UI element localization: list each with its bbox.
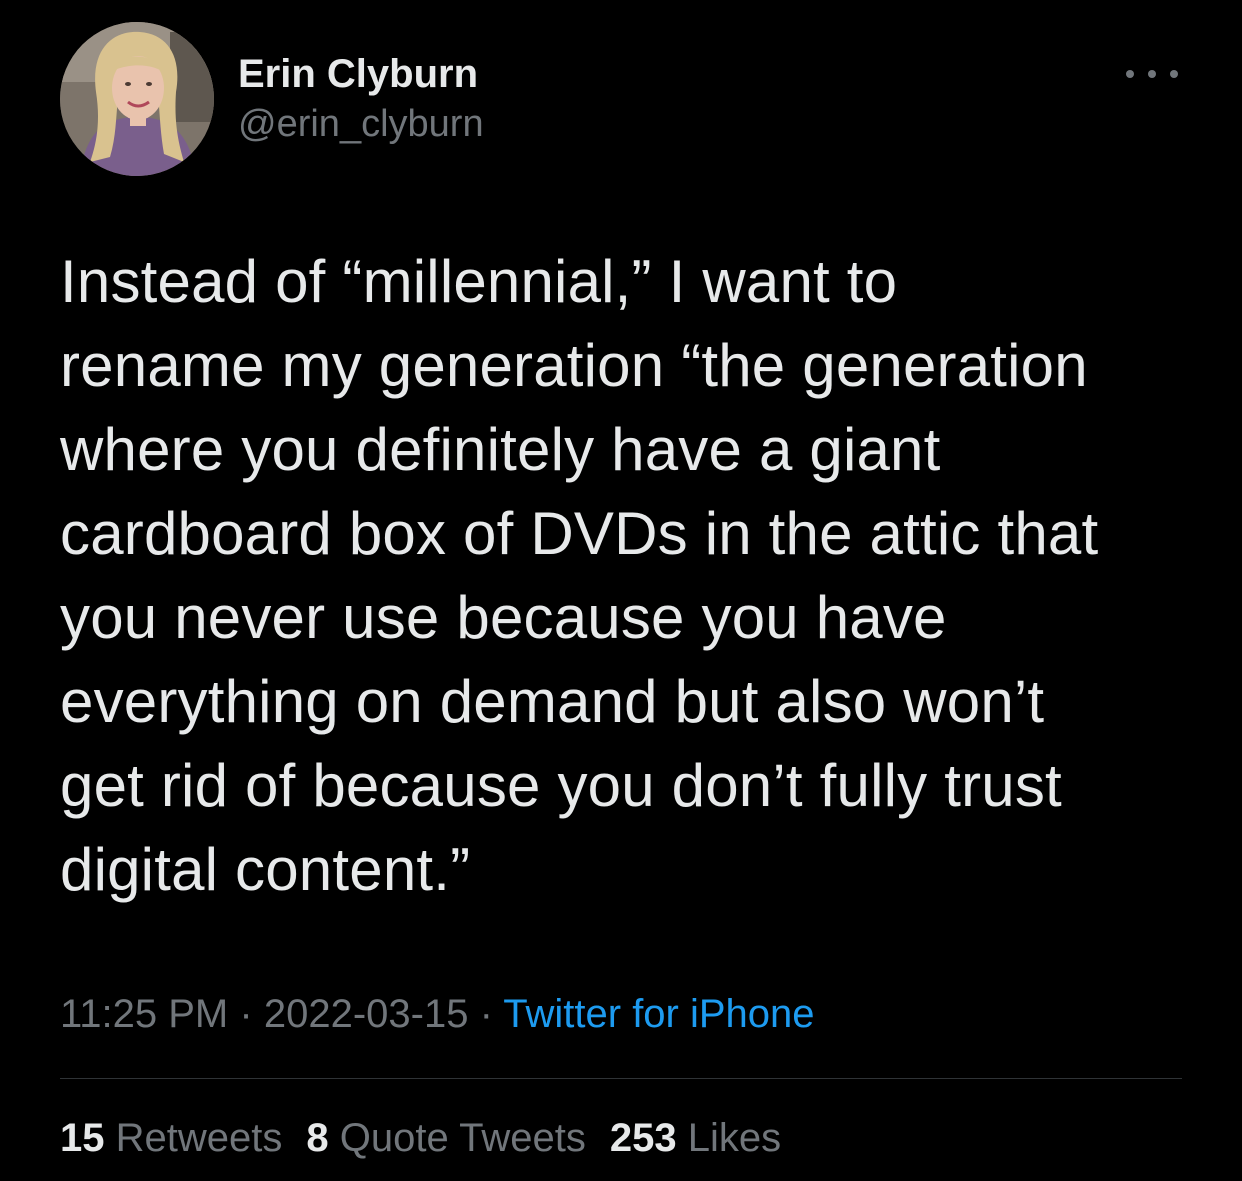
retweets-label: Retweets xyxy=(115,1116,283,1160)
tweet-text-line: Instead of “millennial,” I want to xyxy=(60,248,898,315)
author-display-name[interactable]: Erin Clyburn xyxy=(238,50,484,98)
retweets-count: 15 xyxy=(60,1116,105,1160)
tweet-detail: Erin Clyburn @erin_clyburn Instead of “m… xyxy=(0,0,1242,1181)
tweet-text-line: get rid of because you don’t fully trust xyxy=(60,752,1062,819)
divider xyxy=(60,1078,1182,1079)
more-horizontal-icon-dot xyxy=(1148,70,1156,78)
meta-separator: · xyxy=(239,992,253,1036)
quote-tweets-count: 8 xyxy=(306,1116,329,1160)
tweet-meta: 11:25 PM · 2022-03-15 · Twitter for iPho… xyxy=(60,986,815,1042)
meta-separator: · xyxy=(479,992,493,1036)
tweet-source-link[interactable]: Twitter for iPhone xyxy=(503,992,814,1036)
more-horizontal-icon-dot xyxy=(1170,70,1178,78)
author-handle[interactable]: @erin_clyburn xyxy=(238,98,484,150)
tweet-stats: 15 Retweets 8 Quote Tweets 253 Likes xyxy=(60,1108,781,1168)
likes-label: Likes xyxy=(687,1116,782,1160)
tweet-text-line: where you definitely have a giant xyxy=(60,416,941,483)
likes-count: 253 xyxy=(609,1116,677,1160)
tweet-text: Instead of “millennial,” I want to renam… xyxy=(60,240,1190,912)
quote-tweets-stat[interactable]: 8 Quote Tweets xyxy=(306,1108,585,1168)
tweet-text-line: everything on demand but also won’t xyxy=(60,668,1045,735)
likes-stat[interactable]: 253 Likes xyxy=(610,1108,781,1168)
quote-tweets-label: Quote Tweets xyxy=(339,1116,586,1160)
more-horizontal-icon xyxy=(1126,70,1134,78)
tweet-date[interactable]: 2022-03-15 xyxy=(264,992,469,1036)
author-info: Erin Clyburn @erin_clyburn xyxy=(238,50,484,150)
tweet-text-line: cardboard box of DVDs in the attic that xyxy=(60,500,1099,567)
tweet-header: Erin Clyburn @erin_clyburn xyxy=(60,22,1182,178)
tweet-time[interactable]: 11:25 PM xyxy=(60,992,228,1036)
tweet-text-line: rename my generation “the generation xyxy=(60,332,1088,399)
tweet-text-line: digital content.” xyxy=(60,836,471,903)
more-options-button[interactable] xyxy=(1126,62,1178,86)
avatar[interactable] xyxy=(60,22,214,176)
tweet-text-line: you never use because you have xyxy=(60,584,947,651)
retweets-stat[interactable]: 15 Retweets xyxy=(60,1108,282,1168)
avatar-photo xyxy=(60,22,214,176)
